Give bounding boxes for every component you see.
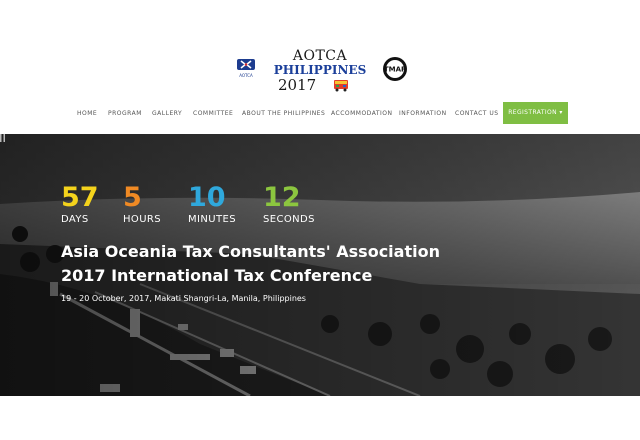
countdown-seconds-label: SECONDS — [263, 214, 315, 225]
hero-subtitle: 19 - 20 October, 2017, Makati Shangri-La… — [61, 294, 306, 303]
brand-line-1: AOTCA — [292, 48, 348, 64]
tmap-logo[interactable]: TMAP — [382, 56, 408, 82]
hero-banner: 57 DAYS 5 HOURS 10 MINUTES 12 SECONDS As… — [0, 134, 640, 396]
aotca-logo[interactable]: AOTCA — [233, 58, 259, 80]
countdown-minutes-value: 10 — [188, 182, 226, 213]
jeepney-icon — [334, 80, 348, 92]
nav-contact-us[interactable]: CONTACT US — [455, 108, 499, 120]
countdown-days-value: 57 — [61, 182, 99, 213]
countdown-seconds: 12 SECONDS — [263, 182, 315, 226]
pause-icon[interactable] — [0, 134, 5, 142]
nav-accommodation[interactable]: ACCOMMODATION — [331, 108, 392, 120]
nav-committee[interactable]: COMMITTEE — [193, 108, 233, 120]
countdown-hours: 5 HOURS — [123, 182, 162, 226]
tmap-logo-text: TMAP — [384, 66, 406, 74]
nav-program[interactable]: PROGRAM — [108, 108, 142, 120]
nav-about-philippines[interactable]: ABOUT THE PHILIPPINES — [242, 108, 325, 120]
hero-title: Asia Oceania Tax Consultants' Associatio… — [61, 240, 581, 288]
nav-home[interactable]: HOME — [77, 108, 97, 120]
site-logo[interactable]: AOTCA PHILIPPINES 2017 — [270, 48, 370, 94]
nav-gallery[interactable]: GALLERY — [152, 108, 182, 120]
brand-line-3: 2017 — [278, 76, 317, 94]
countdown-days: 57 DAYS — [61, 182, 99, 226]
countdown-minutes-label: MINUTES — [188, 214, 236, 225]
countdown-seconds-value: 12 — [263, 182, 301, 213]
countdown-hours-label: HOURS — [123, 214, 162, 225]
hero-title-line-2: 2017 International Tax Conference — [61, 266, 373, 285]
nav-information[interactable]: INFORMATION — [399, 108, 447, 120]
hero-title-line-1: Asia Oceania Tax Consultants' Associatio… — [61, 242, 440, 261]
aotca-logo-text: AOTCA — [239, 73, 253, 78]
site-header: AOTCA AOTCA PHILIPPINES 2017 TMAP HOME P… — [0, 0, 640, 134]
brand-line-2: PHILIPPINES — [273, 63, 367, 77]
registration-button[interactable]: REGISTRATION ▾ — [503, 102, 568, 124]
countdown-days-label: DAYS — [61, 214, 89, 225]
countdown-hours-value: 5 — [123, 182, 142, 213]
page-footer-area — [0, 396, 640, 440]
countdown-minutes: 10 MINUTES — [188, 182, 236, 226]
